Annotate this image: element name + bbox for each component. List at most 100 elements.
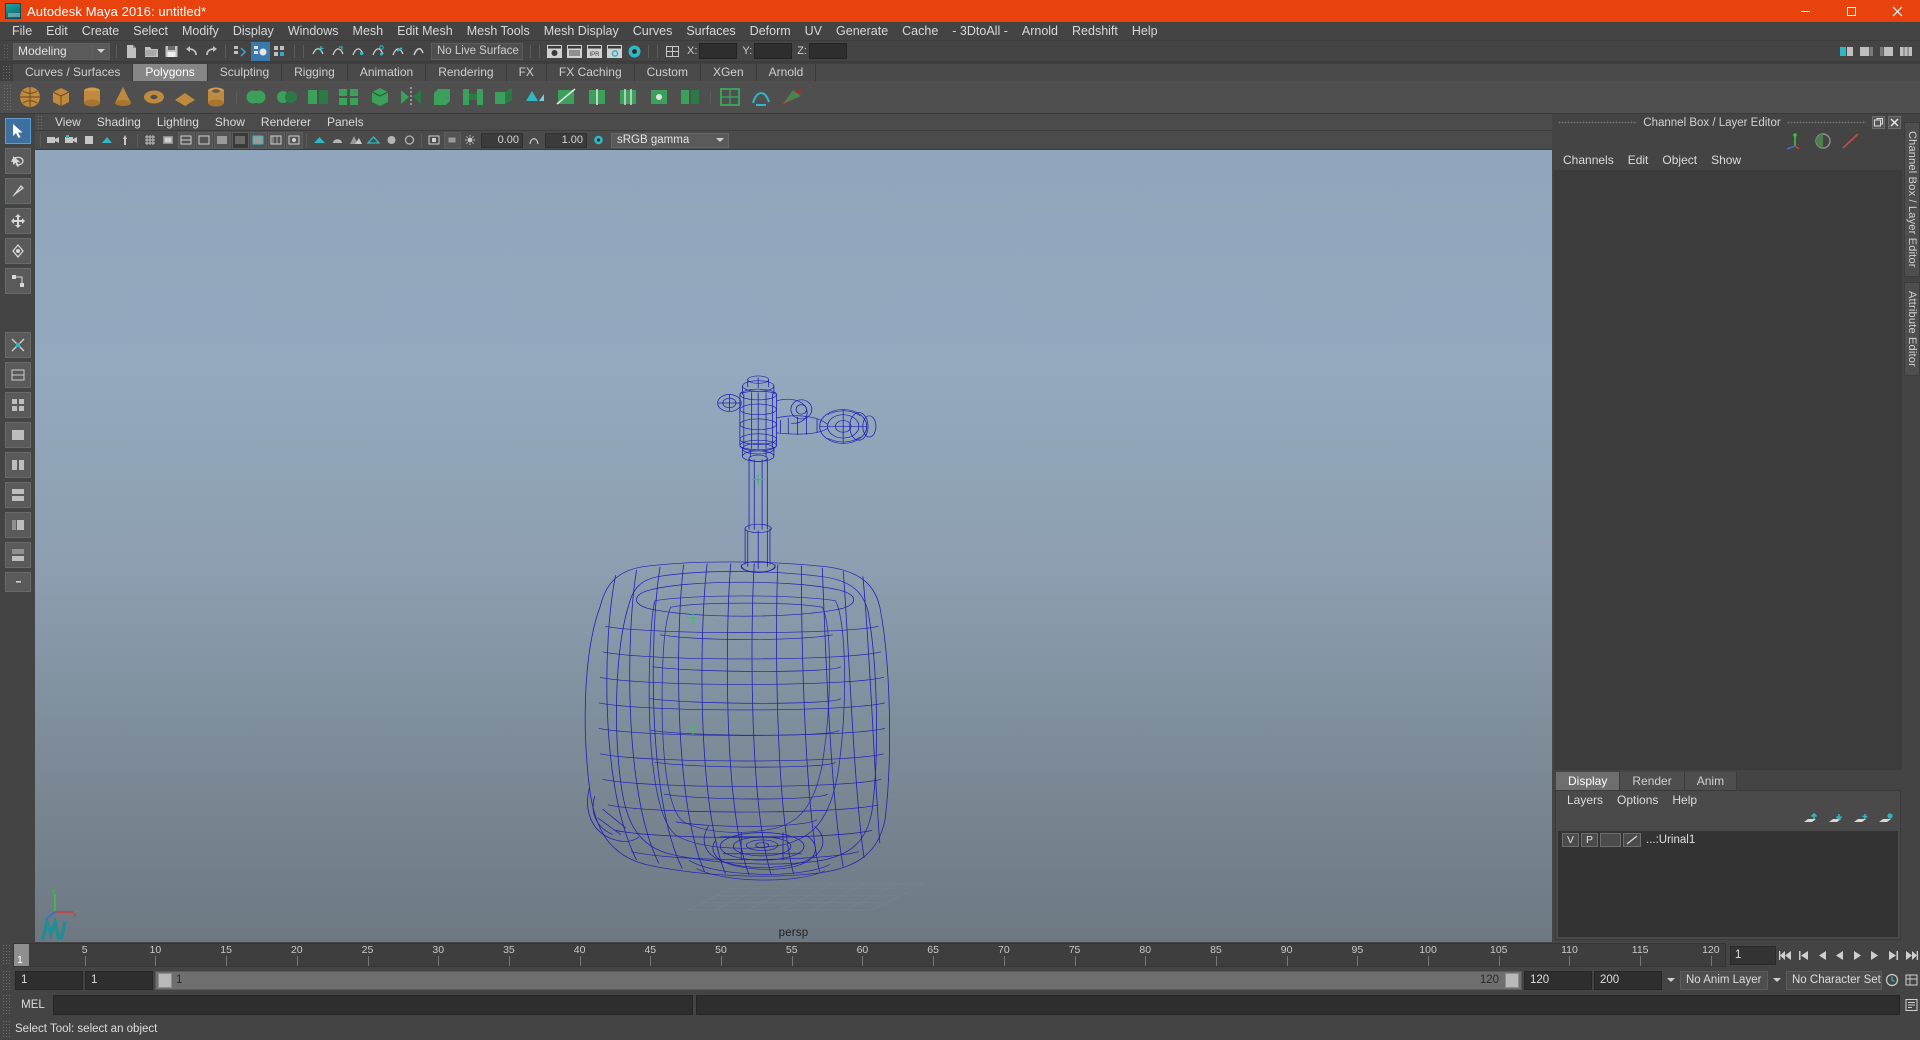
redo-previous-render-icon[interactable] <box>565 42 584 61</box>
channelbox-menu-object[interactable]: Object <box>1655 151 1704 170</box>
combine-icon[interactable] <box>241 83 270 112</box>
paint-selection-tool-button[interactable] <box>4 178 31 204</box>
layer-color-swatch[interactable] <box>1623 832 1641 847</box>
live-surface-field[interactable]: No Live Surface <box>431 42 523 60</box>
shelf-tab-fx[interactable]: FX <box>506 64 547 81</box>
menu-edit-mesh[interactable]: Edit Mesh <box>390 22 460 41</box>
character-set-selector[interactable]: No Character Set <box>1786 970 1882 990</box>
ipr-render-icon[interactable]: IPR <box>585 42 604 61</box>
shelf-grip[interactable] <box>2 65 10 80</box>
menu-mesh-display[interactable]: Mesh Display <box>537 22 626 41</box>
display-layer-list[interactable]: V P ...:Urinal1 <box>1558 831 1898 937</box>
coord-y-field[interactable] <box>754 43 793 59</box>
layout-more-button[interactable] <box>4 572 31 592</box>
new-scene-icon[interactable] <box>122 42 141 61</box>
shelf-tab-animation[interactable]: Animation <box>347 64 427 81</box>
create-new-layer-icon[interactable] <box>1853 813 1869 826</box>
exposure-bulb-icon[interactable] <box>462 132 479 149</box>
show-manipulator-tool-button[interactable] <box>4 332 31 358</box>
playback-end-field[interactable]: 120 <box>1524 970 1592 990</box>
play-forwards-icon[interactable] <box>1849 946 1866 965</box>
append-polygon-icon[interactable] <box>520 83 549 112</box>
layers-menu[interactable]: Layers <box>1560 791 1610 809</box>
exposure-field[interactable]: 0.00 <box>481 132 523 148</box>
step-forward-frame-icon[interactable] <box>1867 946 1884 965</box>
anim-layer-chevron-icon[interactable] <box>1770 971 1784 990</box>
select-by-hierarchy-icon[interactable] <box>231 42 250 61</box>
isolate-toggle-icon[interactable] <box>443 131 461 149</box>
redo-icon[interactable] <box>202 42 221 61</box>
snap-to-curve-icon[interactable] <box>329 42 348 61</box>
channelbox-menu-show[interactable]: Show <box>1704 151 1748 170</box>
shelf-tab-xgen[interactable]: XGen <box>700 64 757 81</box>
anim-layer-selector[interactable]: No Anim Layer <box>1680 970 1768 990</box>
menu-deform[interactable]: Deform <box>743 22 798 41</box>
coord-x-field[interactable] <box>699 43 738 59</box>
time-slider[interactable]: 1 5 10 15 20 25 30 35 40 45 50 55 60 65 70 75 80 85 90 95 1… <box>13 943 1726 967</box>
isolate-select-icon[interactable] <box>426 132 443 149</box>
two-pane-stacked-layout-button[interactable] <box>4 482 31 508</box>
texture-display-icon[interactable] <box>267 131 285 149</box>
range-end-handle[interactable] <box>1505 972 1519 988</box>
animation-end-field[interactable]: 200 <box>1594 970 1662 990</box>
channel-box-content[interactable] <box>1554 170 1902 770</box>
tab-anim-layers[interactable]: Anim <box>1684 772 1738 790</box>
panel-undock-button[interactable] <box>1872 116 1886 129</box>
menu-create[interactable]: Create <box>75 22 127 41</box>
two-d-pan-zoom-icon[interactable] <box>117 132 134 149</box>
layer-type-toggle[interactable] <box>1600 832 1621 847</box>
render-current-frame-icon[interactable] <box>545 42 564 61</box>
range-slider-grip[interactable] <box>2 970 10 990</box>
polygon-cone-icon[interactable] <box>108 83 137 112</box>
command-result-field[interactable] <box>696 995 1900 1015</box>
film-gate-icon[interactable] <box>160 132 177 149</box>
snap-to-view-plane-icon[interactable] <box>389 42 408 61</box>
last-tool-used-button[interactable] <box>4 362 31 388</box>
menu-windows[interactable]: Windows <box>281 22 346 41</box>
select-by-object-icon[interactable] <box>250 41 270 61</box>
menu-help[interactable]: Help <box>1125 22 1165 41</box>
open-script-editor-icon[interactable] <box>1903 996 1920 1015</box>
menu-set-selector[interactable]: Modeling <box>13 42 93 60</box>
save-scene-icon[interactable] <box>162 42 181 61</box>
polygon-pipe-icon[interactable] <box>201 83 230 112</box>
separate-icon[interactable] <box>272 83 301 112</box>
use-all-lights-icon[interactable] <box>285 131 303 149</box>
show-hide-channel-box-icon[interactable] <box>1897 42 1916 61</box>
menu-set-dropdown-arrow[interactable] <box>93 42 110 60</box>
create-layer-from-selection-icon[interactable] <box>1878 812 1894 826</box>
viewport-menu-renderer[interactable]: Renderer <box>253 114 319 131</box>
show-hide-attribute-editor-icon[interactable] <box>1857 42 1876 61</box>
two-pane-side-layout-button[interactable] <box>4 452 31 478</box>
four-view-layout-button[interactable] <box>4 392 31 418</box>
shelf-tab-rigging[interactable]: Rigging <box>282 64 348 81</box>
sculpt-tool-icon[interactable] <box>746 83 775 112</box>
layer-row[interactable]: V P ...:Urinal1 <box>1558 831 1898 848</box>
offset-edge-loop-icon[interactable] <box>613 83 642 112</box>
step-back-frame-icon[interactable] <box>1813 946 1830 965</box>
select-tool-button[interactable] <box>4 118 31 144</box>
move-layer-down-icon[interactable] <box>1828 813 1844 826</box>
time-slider-grip[interactable] <box>2 944 10 966</box>
tab-render-layers[interactable]: Render <box>1620 772 1685 790</box>
auto-keyframe-toggle-icon[interactable] <box>1884 971 1901 990</box>
shelf-tab-polygons[interactable]: Polygons <box>133 64 208 81</box>
screen-space-ao-icon[interactable] <box>383 132 400 149</box>
menu-mesh[interactable]: Mesh <box>346 22 391 41</box>
toggle-editors-icon[interactable] <box>663 42 682 61</box>
polygon-torus-icon[interactable] <box>139 83 168 112</box>
booleans-icon[interactable] <box>334 83 363 112</box>
menu-edit[interactable]: Edit <box>39 22 75 41</box>
viewport-menu-view[interactable]: View <box>47 114 89 131</box>
rotate-tool-button[interactable] <box>4 238 31 264</box>
minimize-button[interactable] <box>1782 0 1828 22</box>
viewport-menu-shading[interactable]: Shading <box>89 114 149 131</box>
menu-curves[interactable]: Curves <box>626 22 680 41</box>
show-hide-modeling-toolkit-icon[interactable] <box>1837 42 1856 61</box>
bookmark-camera-icon[interactable] <box>63 132 80 149</box>
snap-to-point-icon[interactable] <box>349 42 368 61</box>
shelf-tab-curves-surfaces[interactable]: Curves / Surfaces <box>13 64 134 81</box>
polygon-cube-icon[interactable] <box>46 83 75 112</box>
select-by-component-icon[interactable] <box>271 42 290 61</box>
step-forward-key-icon[interactable] <box>1885 946 1902 965</box>
